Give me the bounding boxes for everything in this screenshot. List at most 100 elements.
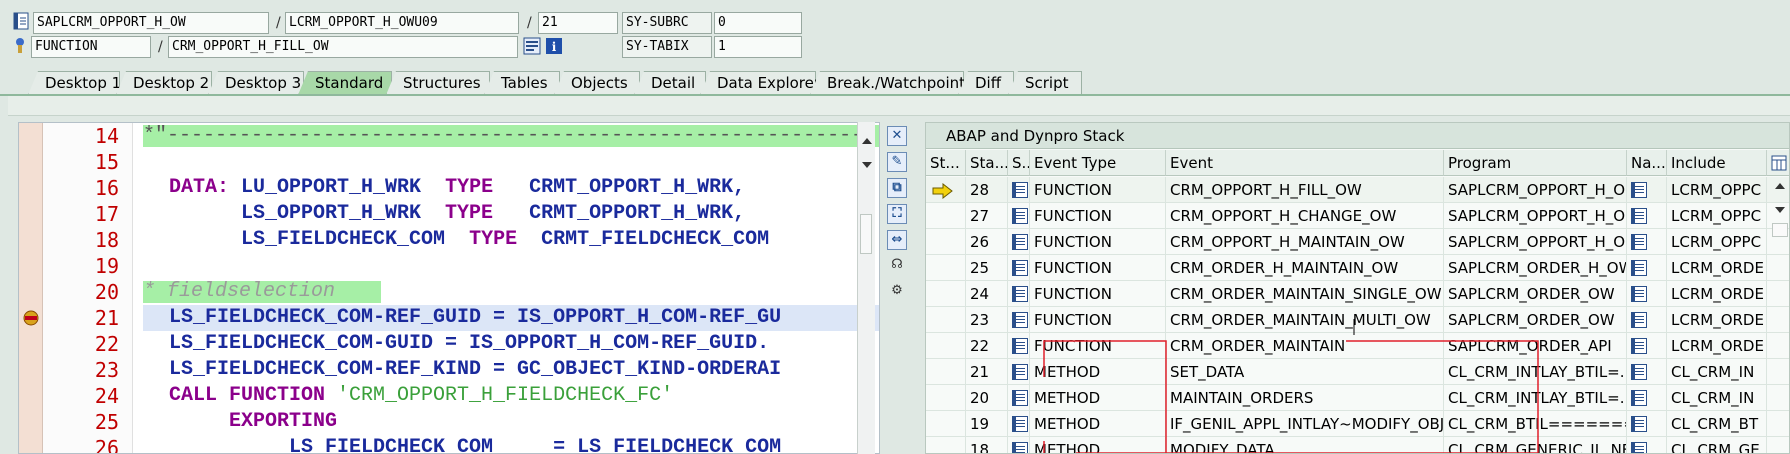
tab-desktop-1[interactable]: Desktop 1 <box>28 71 120 95</box>
include-field[interactable]: LCRM_OPPORT_H_OWU09 <box>285 12 519 34</box>
stack-row[interactable]: 19 METHOD IF_GENIL_APPL_INTLAY~MODIFY_OBJ.… <box>926 411 1789 437</box>
layout-icon[interactable] <box>1767 150 1789 176</box>
code-line[interactable]: 17 LS_OPPORT_H_WRK TYPE CRMT_OPPORT_H_WR… <box>19 201 879 227</box>
stack-scrollbar[interactable] <box>1771 179 1789 239</box>
navigate-icon[interactable] <box>1627 437 1667 453</box>
column-header[interactable]: Na... <box>1627 150 1667 176</box>
code-line[interactable]: 18 LS_FIELDCHECK_COM TYPE CRMT_FIELDCHEC… <box>19 227 879 253</box>
navigate-icon[interactable] <box>1627 281 1667 307</box>
tab-desktop-2[interactable]: Desktop 2 <box>116 71 212 95</box>
breakpoint-icon[interactable] <box>22 309 40 327</box>
stack-cell-include: LCRM_ORDE <box>1667 333 1767 359</box>
tab-diff[interactable]: Diff <box>958 71 1014 95</box>
line-number: 21 <box>94 306 119 330</box>
navigate-icon[interactable] <box>1627 229 1667 255</box>
code-text: LS_FIELDCHECK_COM-REF_GUID = IS_OPPORT_H… <box>169 306 782 329</box>
code-line[interactable]: 24 CALL FUNCTION 'CRM_OPPORT_H_FIELDCHEC… <box>19 383 879 409</box>
navigate-icon[interactable] <box>1627 385 1667 411</box>
type-field[interactable]: FUNCTION <box>31 36 151 58</box>
navigate-icon[interactable] <box>1627 307 1667 333</box>
editor-scrollbar[interactable] <box>857 122 875 454</box>
maximize-icon[interactable]: ⛶ <box>887 204 907 224</box>
sysvalue-field[interactable]: 0 <box>714 12 802 34</box>
tab-standard[interactable]: Standard <box>298 71 392 95</box>
tab-data-explorer[interactable]: Data Explorer <box>700 71 816 95</box>
code-line[interactable]: 20 * fieldselection <box>19 279 879 305</box>
stack-row[interactable]: 25 FUNCTION CRM_ORDER_H_MAINTAIN_OW SAPLCRM… <box>926 255 1789 281</box>
tab-structures[interactable]: Structures <box>386 71 490 95</box>
stack-list-icon[interactable] <box>523 37 541 55</box>
new-icon[interactable]: ✎ <box>887 152 907 172</box>
code-line[interactable]: 26 LS_FIELDCHECK_COM = LS_FIELDCHECK_COM <box>19 435 879 453</box>
tab-detail[interactable]: Detail <box>634 71 706 95</box>
stack-cell-include: CL_CRM_IN <box>1667 385 1767 411</box>
stack-type-icon <box>1008 307 1030 333</box>
scroll-thumb[interactable] <box>860 214 872 254</box>
tab-breakpoints[interactable]: Break./Watchpoints <box>810 71 964 95</box>
layout-icon[interactable]: ⧉ <box>887 178 907 198</box>
stack-row[interactable]: 22 FUNCTION CRM_ORDER_MAINTAIN SAPLCRM_ORDE… <box>926 333 1789 359</box>
navigate-icon[interactable] <box>1627 411 1667 437</box>
column-header[interactable]: Event Type <box>1030 150 1166 176</box>
program-field[interactable]: SAPLCRM_OPPORT_H_OW <box>33 12 269 34</box>
stack-row[interactable]: 18 METHOD MODIFY_DATA CL_CRM_GENERIC_IL_NE.… <box>926 437 1789 453</box>
code-line[interactable]: 19 <box>19 253 879 279</box>
line-field[interactable]: 21 <box>538 12 618 34</box>
code-line[interactable]: 14 *"-----------------------------------… <box>19 123 879 149</box>
column-header[interactable]: Sta... <box>966 150 1008 176</box>
stack-row[interactable]: 20 METHOD MAINTAIN_ORDERS CL_CRM_INTLAY_BTI… <box>926 385 1789 411</box>
close-icon[interactable]: ✕ <box>887 126 907 146</box>
tab-script[interactable]: Script <box>1008 71 1082 95</box>
code-line[interactable]: 25 EXPORTING <box>19 409 879 435</box>
code-line[interactable]: 22 LS_FIELDCHECK_COM-GUID = IS_OPPORT_H_… <box>19 331 879 357</box>
column-header[interactable]: St... <box>926 150 966 176</box>
current-code-line[interactable]: 21 LS_FIELDCHECK_COM-REF_GUID = IS_OPPOR… <box>19 305 879 331</box>
stack-cell-level: 21 <box>966 359 1008 385</box>
swap-icon[interactable]: ⇔ <box>887 230 907 250</box>
column-header[interactable]: Program <box>1444 150 1627 176</box>
column-header[interactable]: Include <box>1667 150 1767 176</box>
scroll-up-icon[interactable] <box>862 138 872 144</box>
current-line-arrow-icon <box>926 255 966 281</box>
stack-row[interactable]: 23 FUNCTION CRM_ORDER_MAINTAIN_MULTI_OW SAP… <box>926 307 1789 333</box>
settings-icon[interactable]: ⚙ <box>887 282 907 302</box>
info-icon[interactable]: i <box>545 37 563 55</box>
separator: / <box>158 39 163 55</box>
code-line[interactable]: 15 <box>19 149 879 175</box>
tab-tables[interactable]: Tables <box>484 71 560 95</box>
stack-row[interactable]: 21 METHOD SET_DATA CL_CRM_INTLAY_BTIL=... CL… <box>926 359 1789 385</box>
function-name-field[interactable]: CRM_OPPORT_H_FILL_OW <box>168 36 518 58</box>
navigate-icon[interactable] <box>1627 255 1667 281</box>
source-editor[interactable]: 14 *"-----------------------------------… <box>18 122 880 454</box>
navigate-icon[interactable] <box>1627 177 1667 203</box>
stack-type-icon <box>1008 359 1030 385</box>
stack-cell-include: LCRM_OPPC <box>1667 177 1767 203</box>
column-header[interactable]: S.. <box>1008 150 1030 176</box>
code-line[interactable]: 16 DATA: LU_OPPORT_H_WRK TYPE CRMT_OPPOR… <box>19 175 879 201</box>
stack-cell-event: CRM_OPPORT_H_MAINTAIN_OW <box>1166 229 1444 255</box>
stack-cell-program: SAPLCRM_OPPORT_H_O... <box>1444 229 1627 255</box>
stack-row[interactable]: 24 FUNCTION CRM_ORDER_MAINTAIN_SINGLE_OW SA… <box>926 281 1789 307</box>
tab-desktop-3[interactable]: Desktop 3 <box>208 71 304 95</box>
toolbar-band <box>8 96 1790 116</box>
stack-row[interactable]: 28 FUNCTION CRM_OPPORT_H_FILL_OW SAPLCRM_OP… <box>926 177 1789 203</box>
navigate-icon[interactable] <box>1627 333 1667 359</box>
navigate-icon[interactable] <box>1627 203 1667 229</box>
stack-row[interactable]: 26 FUNCTION CRM_OPPORT_H_MAINTAIN_OW SAPLCR… <box>926 229 1789 255</box>
svg-text:i: i <box>552 40 557 54</box>
tab-objects[interactable]: Objects <box>554 71 640 95</box>
headset-icon[interactable]: ☊ <box>887 256 907 276</box>
stack-cell-program: CL_CRM_GENERIC_IL_NE... <box>1444 437 1627 453</box>
line-number: 18 <box>94 228 119 252</box>
stack-row[interactable]: 27 FUNCTION CRM_OPPORT_H_CHANGE_OW SAPLCRM_… <box>926 203 1789 229</box>
stack-cell-level: 18 <box>966 437 1008 453</box>
code-line[interactable]: 23 LS_FIELDCHECK_COM-REF_KIND = GC_OBJEC… <box>19 357 879 383</box>
navigate-icon[interactable] <box>1627 359 1667 385</box>
sysvalue-field[interactable]: 1 <box>714 36 802 58</box>
scroll-down-icon[interactable] <box>862 162 872 168</box>
line-number: 22 <box>94 332 119 356</box>
comment-divider: *"--------------------------------------… <box>143 124 876 147</box>
current-line-arrow-icon <box>926 359 966 385</box>
column-header[interactable]: Event <box>1166 150 1444 176</box>
current-line-arrow-icon <box>926 229 966 255</box>
